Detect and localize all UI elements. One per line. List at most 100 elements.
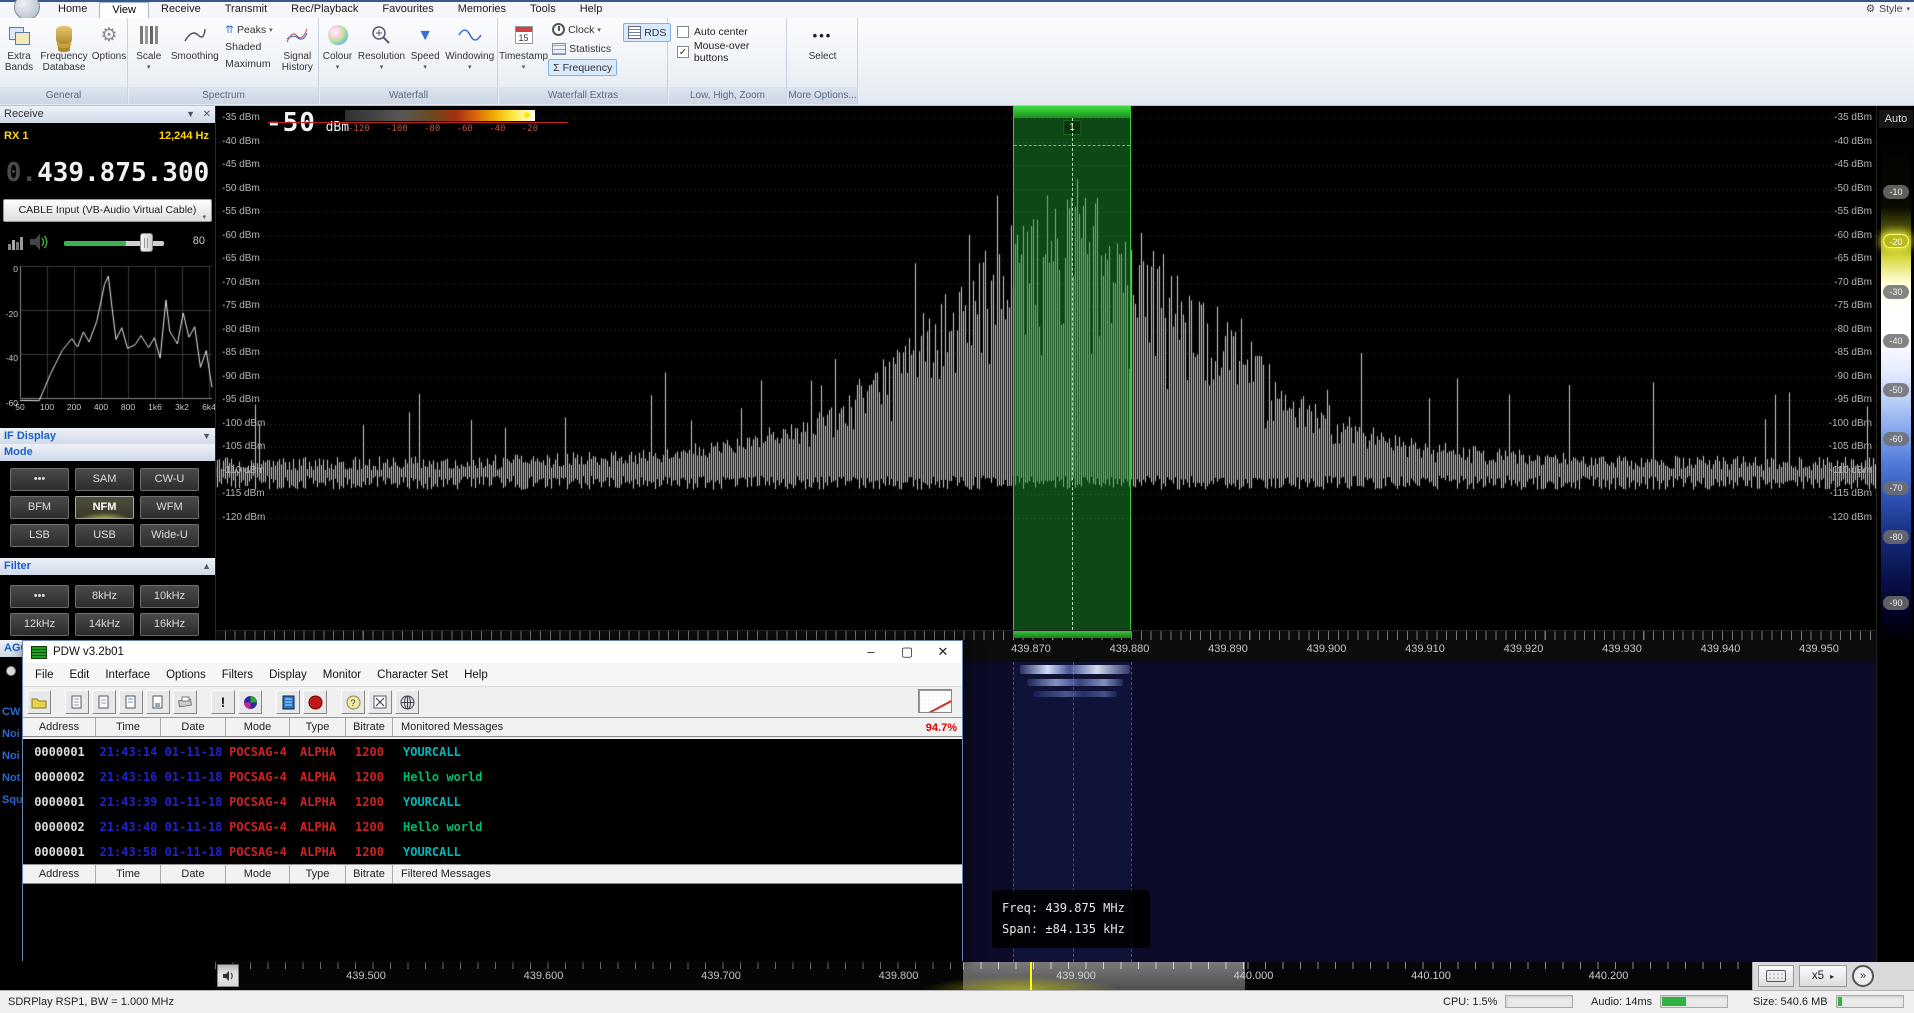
open-folder-button[interactable]: [27, 690, 51, 714]
pdw-menu-monitor[interactable]: Monitor: [315, 669, 369, 681]
range-label--70[interactable]: -70: [1883, 481, 1909, 495]
terminal-button[interactable]: [276, 690, 300, 714]
collapse-icon[interactable]: ▼: [202, 428, 211, 445]
frequency-database-button[interactable]: Frequency Database: [38, 18, 90, 73]
pdw-menu-filters[interactable]: Filters: [214, 669, 261, 681]
tuned-signal-band[interactable]: 1: [1013, 106, 1131, 630]
pdw-menu-display[interactable]: Display: [261, 669, 315, 681]
rds-button[interactable]: RDS: [623, 23, 671, 42]
pdw-column-bitrate[interactable]: Bitrate: [346, 865, 393, 883]
frequency-display[interactable]: 0.439.875.300: [0, 147, 215, 199]
windowing-button[interactable]: Windowing ▾: [445, 18, 494, 73]
close-icon[interactable]: ✕: [203, 106, 211, 123]
pdw-title-bar[interactable]: PDW v3.2b01 – ▢ ✕: [23, 641, 962, 663]
pdw-column-address[interactable]: Address: [23, 865, 96, 883]
mode-button-wide-u[interactable]: Wide-U: [140, 524, 199, 547]
mode-button-lsb[interactable]: LSB: [10, 524, 69, 547]
frequency-button[interactable]: Σ Frequency: [548, 59, 617, 76]
range-label--50[interactable]: -50: [1883, 383, 1909, 397]
auto-range-button[interactable]: Auto: [1879, 110, 1913, 128]
collapse-icon[interactable]: ▲: [202, 558, 211, 575]
speaker-icon[interactable]: [28, 232, 50, 252]
filter-button--[interactable]: •••: [10, 585, 69, 608]
range-label--40[interactable]: -40: [1883, 334, 1909, 348]
pdw-column-messages[interactable]: Monitored Messages: [393, 721, 962, 733]
ribbon-tab-help[interactable]: Help: [568, 2, 615, 18]
ribbon-tab-favourites[interactable]: Favourites: [370, 2, 445, 18]
app-menu-button[interactable]: [14, 0, 40, 20]
pdw-column-date[interactable]: Date: [161, 718, 226, 736]
pdw-message-row[interactable]: 000000121:43:5801-11-18POCSAG-4ALPHA1200…: [23, 839, 962, 864]
color-wheel-button[interactable]: [238, 690, 262, 714]
filter-button-16khz[interactable]: 16kHz: [140, 613, 199, 636]
globe-button[interactable]: [395, 690, 419, 714]
close-button[interactable]: ✕: [936, 644, 950, 660]
pdw-column-address[interactable]: Address: [23, 718, 96, 736]
collapse-icon[interactable]: ▼: [186, 106, 195, 123]
ribbon-tab-tools[interactable]: Tools: [518, 2, 568, 18]
colour-button[interactable]: Colour ▾: [323, 18, 352, 73]
mode-button-usb[interactable]: USB: [75, 524, 134, 547]
pdw-message-list[interactable]: 000000121:43:1401-11-18POCSAG-4ALPHA1200…: [23, 739, 962, 864]
alert-button[interactable]: !: [211, 690, 235, 714]
doc-save-button[interactable]: [146, 690, 170, 714]
range-label--20[interactable]: -20: [1883, 234, 1909, 248]
style-control[interactable]: ⚙ Style ▾: [1866, 3, 1910, 15]
filter-button-14khz[interactable]: 14kHz: [75, 613, 134, 636]
mode-button-bfm[interactable]: BFM: [10, 496, 69, 519]
filter-button-12khz[interactable]: 12kHz: [10, 613, 69, 636]
ribbon-tab-home[interactable]: Home: [46, 2, 99, 18]
ribbon-tab-memories[interactable]: Memories: [446, 2, 518, 18]
filter-button[interactable]: [368, 690, 392, 714]
ribbon-tab-rec-playback[interactable]: Rec/Playback: [279, 2, 370, 18]
doc-copy-button[interactable]: [65, 690, 89, 714]
keyboard-button[interactable]: [1758, 965, 1794, 987]
pdw-column-mode[interactable]: Mode: [226, 865, 290, 883]
options-button[interactable]: ⚙ Options: [90, 18, 128, 62]
ribbon-tab-transmit[interactable]: Transmit: [213, 2, 279, 18]
receive-panel-header[interactable]: Receive ▼ ✕: [0, 106, 215, 123]
pdw-window[interactable]: PDW v3.2b01 – ▢ ✕ FileEditInterfaceOptio…: [22, 640, 963, 961]
if-display-header[interactable]: IF Display ▼: [0, 428, 215, 445]
filter-header[interactable]: Filter ▲: [0, 558, 215, 575]
peaks-button[interactable]: ⇈ Peaks ▾: [221, 21, 277, 38]
audio-device-dropdown[interactable]: CABLE Input (VB-Audio Virtual Cable) ▾: [3, 199, 212, 222]
pdw-filtered-header[interactable]: AddressTimeDateModeTypeBitrateFiltered M…: [23, 864, 962, 884]
doc-list-button[interactable]: [119, 690, 143, 714]
pdw-menu-file[interactable]: File: [27, 669, 62, 681]
help-button[interactable]: ?: [341, 690, 365, 714]
zoom-level-button[interactable]: x5 ▸: [1799, 965, 1847, 987]
resolution-button[interactable]: Resolution ▾: [358, 18, 405, 73]
clock-button[interactable]: Clock ▾: [548, 21, 617, 38]
timestamp-button[interactable]: 15 Timestamp ▾: [499, 18, 548, 73]
minimize-button[interactable]: –: [864, 644, 878, 660]
pdw-menu-edit[interactable]: Edit: [62, 669, 98, 681]
speed-button[interactable]: ▼ Speed ▾: [411, 18, 440, 73]
waterfall-colorbar[interactable]: [345, 110, 535, 121]
mode-button-nfm[interactable]: NFM: [75, 496, 134, 519]
pdw-menu-interface[interactable]: Interface: [97, 669, 158, 681]
range-label--30[interactable]: -30: [1883, 285, 1909, 299]
smoothing-button[interactable]: Smoothing: [168, 18, 221, 62]
pdw-column-type[interactable]: Type: [290, 718, 346, 736]
range-label--80[interactable]: -80: [1883, 530, 1909, 544]
mode-button--[interactable]: •••: [10, 468, 69, 491]
pdw-message-row[interactable]: 000000221:43:1601-11-18POCSAG-4ALPHA1200…: [23, 764, 962, 789]
signal-history-button[interactable]: Signal History: [277, 18, 318, 73]
mode-button-sam[interactable]: SAM: [75, 468, 134, 491]
pdw-message-row[interactable]: 000000221:43:4001-11-18POCSAG-4ALPHA1200…: [23, 814, 962, 839]
equalizer-icon[interactable]: [8, 236, 24, 250]
ribbon-tab-receive[interactable]: Receive: [149, 2, 213, 18]
range-label--90[interactable]: -90: [1883, 596, 1909, 610]
statistics-button[interactable]: Statistics: [548, 40, 617, 57]
band-overview-bar[interactable]: 439.500439.600439.700439.800439.900440.0…: [215, 962, 1914, 990]
range-label--60[interactable]: -60: [1883, 432, 1909, 446]
continuous-tune-button[interactable]: »: [1852, 965, 1874, 987]
scale-button[interactable]: Scale ▾: [129, 18, 168, 73]
range-label--10[interactable]: -10: [1883, 185, 1909, 199]
pdw-column-date[interactable]: Date: [161, 865, 226, 883]
speaker-button[interactable]: [217, 964, 239, 987]
pdw-menu-help[interactable]: Help: [456, 669, 496, 681]
pdw-column-time[interactable]: Time: [96, 718, 161, 736]
pdw-message-row[interactable]: 000000121:43:3901-11-18POCSAG-4ALPHA1200…: [23, 789, 962, 814]
